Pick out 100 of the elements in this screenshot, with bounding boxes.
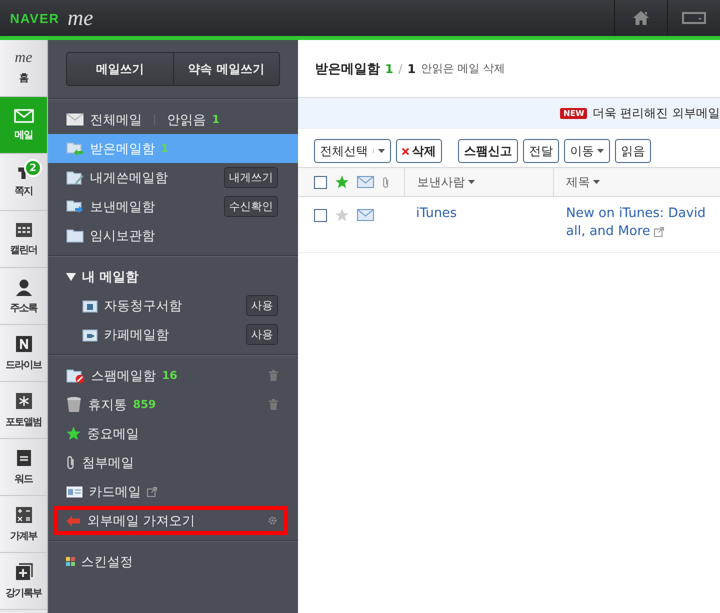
n-square-icon [14,334,32,352]
folder-icon [82,328,98,342]
nav-item[interactable]: 주소록 [0,268,47,325]
asterisk-icon [14,392,32,410]
total-count: 1 [407,62,416,76]
count-separator: / [398,62,402,76]
folder-icon [66,170,84,185]
folder-item[interactable]: 중요메일 [48,419,298,448]
star-icon[interactable] [335,208,349,222]
unread-count: 1 [161,142,169,155]
count-badge: 2 [24,159,42,177]
folder-item[interactable]: 스팸메일함 16 [48,361,298,390]
unread-label[interactable]: 안읽음 [167,110,206,128]
nav-label: 드라이브 [6,358,42,372]
gear-icon[interactable] [267,515,278,526]
folder-label[interactable]: 카페메일함 [104,326,169,344]
home-icon[interactable] [632,10,650,26]
folder-label[interactable]: 전체메일 [90,110,142,128]
folder-icon [82,298,98,312]
folder-label[interactable]: 자동청구서함 [104,296,182,314]
section-title[interactable]: 내 메일함 [82,268,139,286]
delete-button[interactable]: 삭제 [396,139,442,163]
nav-item[interactable]: 포토앨범 [0,382,47,439]
nav-item[interactable]: me 홈 [0,40,47,97]
paperclip-icon [66,455,76,470]
compose-button[interactable]: 메일쓰기 [67,53,172,85]
paperclip-icon [382,176,390,188]
compose-button[interactable]: 약속 메일쓰기 [172,53,279,85]
move-dropdown[interactable]: 이동 [564,139,610,163]
subject-link[interactable]: New on iTunes: David [566,206,706,221]
nav-label: 워드 [14,472,32,486]
nav-item[interactable]: 강기록부 [0,553,47,610]
toolbar-button[interactable]: 전달 [523,139,559,163]
nav-item[interactable]: 드라이브 [0,325,47,382]
toolbar-button[interactable]: 스팸신고 [458,139,518,163]
folder-action-button[interactable]: 수신확인 [224,196,278,217]
folder-item[interactable]: 외부메일 가져오기 [54,506,288,535]
star-icon [66,426,81,441]
star-icon[interactable] [335,175,349,189]
nav-item[interactable]: 캘린더 [0,211,47,268]
nav-label: 쪽지 [14,184,32,198]
nav-item[interactable]: 가계부 [0,496,47,553]
calendar-icon [14,222,32,238]
folder-action-button[interactable]: 사용 [246,295,278,316]
envelope-icon [357,176,374,188]
caret-icon [597,149,604,153]
nav-label: 포토앨범 [6,416,42,428]
folder-item[interactable]: 첨부메일 [48,448,298,477]
palette-icon [66,557,75,566]
nav-item[interactable]: 2 쪽지 [0,154,47,211]
caret-icon [593,180,600,184]
nav-item[interactable]: 워드 [0,439,47,496]
external-link-icon[interactable] [654,226,664,236]
external-link-icon[interactable] [147,486,157,496]
column-header[interactable]: 제목 [566,174,590,190]
folder-item[interactable]: 임시보관함 [48,221,298,250]
triangle-icon[interactable] [66,272,76,282]
folder-item[interactable]: 휴지통 859 [48,390,298,419]
mailbox-title: 받은메일함 [315,60,380,78]
document-icon [16,448,32,466]
trash-icon[interactable] [269,370,278,381]
banner-text[interactable]: 더욱 편리해진 외부메일 [592,105,720,122]
folder-icon [66,141,84,156]
folder-action-button[interactable]: 사용 [246,324,278,345]
select-all-checkbox[interactable] [314,176,327,188]
unread-count: 859 [133,398,156,411]
nav-label: 캘린더 [10,244,37,256]
subject-link[interactable]: all, and More [566,224,650,239]
unread-count: 1 [212,113,220,126]
person-icon [14,278,32,296]
folder-item[interactable]: 보낸메일함 수신확인 [48,192,298,221]
calculator-icon [14,506,32,524]
skin-settings-link[interactable]: 스킨설정 [81,552,133,570]
column-header[interactable]: 보낸사람 [417,174,465,190]
folder-item[interactable]: 내게쓴메일함 내게쓰기 [48,163,298,192]
unread-count: 1 [385,62,394,76]
folder-item[interactable]: 카드메일 [48,477,298,506]
select-all-button[interactable]: 전체선택 [314,139,391,163]
close-icon [402,148,409,154]
envelope-icon [357,209,374,221]
nav-label: 가계부 [10,530,37,542]
logo-text[interactable]: me [68,5,94,31]
nav-label: 메일 [14,128,32,142]
logo-text: me [14,51,32,66]
folder-icon [66,368,85,384]
delete-unread-link[interactable]: 안읽은 메일 삭제 [420,61,505,76]
caret-icon [378,149,385,153]
sender-link[interactable]: iTunes [416,206,457,221]
row-checkbox[interactable] [314,208,327,222]
envelope-icon [66,113,84,126]
caret-icon [468,180,475,184]
arrow-icon [66,514,81,526]
card-icon [66,486,83,498]
nav-label: 주소록 [10,302,37,314]
folder-action-button[interactable]: 내게쓰기 [224,167,278,188]
brand-name[interactable]: NAVER [10,10,60,26]
envelope-icon [14,108,34,122]
toolbar-button[interactable]: 읽음 [615,139,651,163]
window-icon[interactable] [682,12,706,24]
trash-icon[interactable] [269,399,278,410]
